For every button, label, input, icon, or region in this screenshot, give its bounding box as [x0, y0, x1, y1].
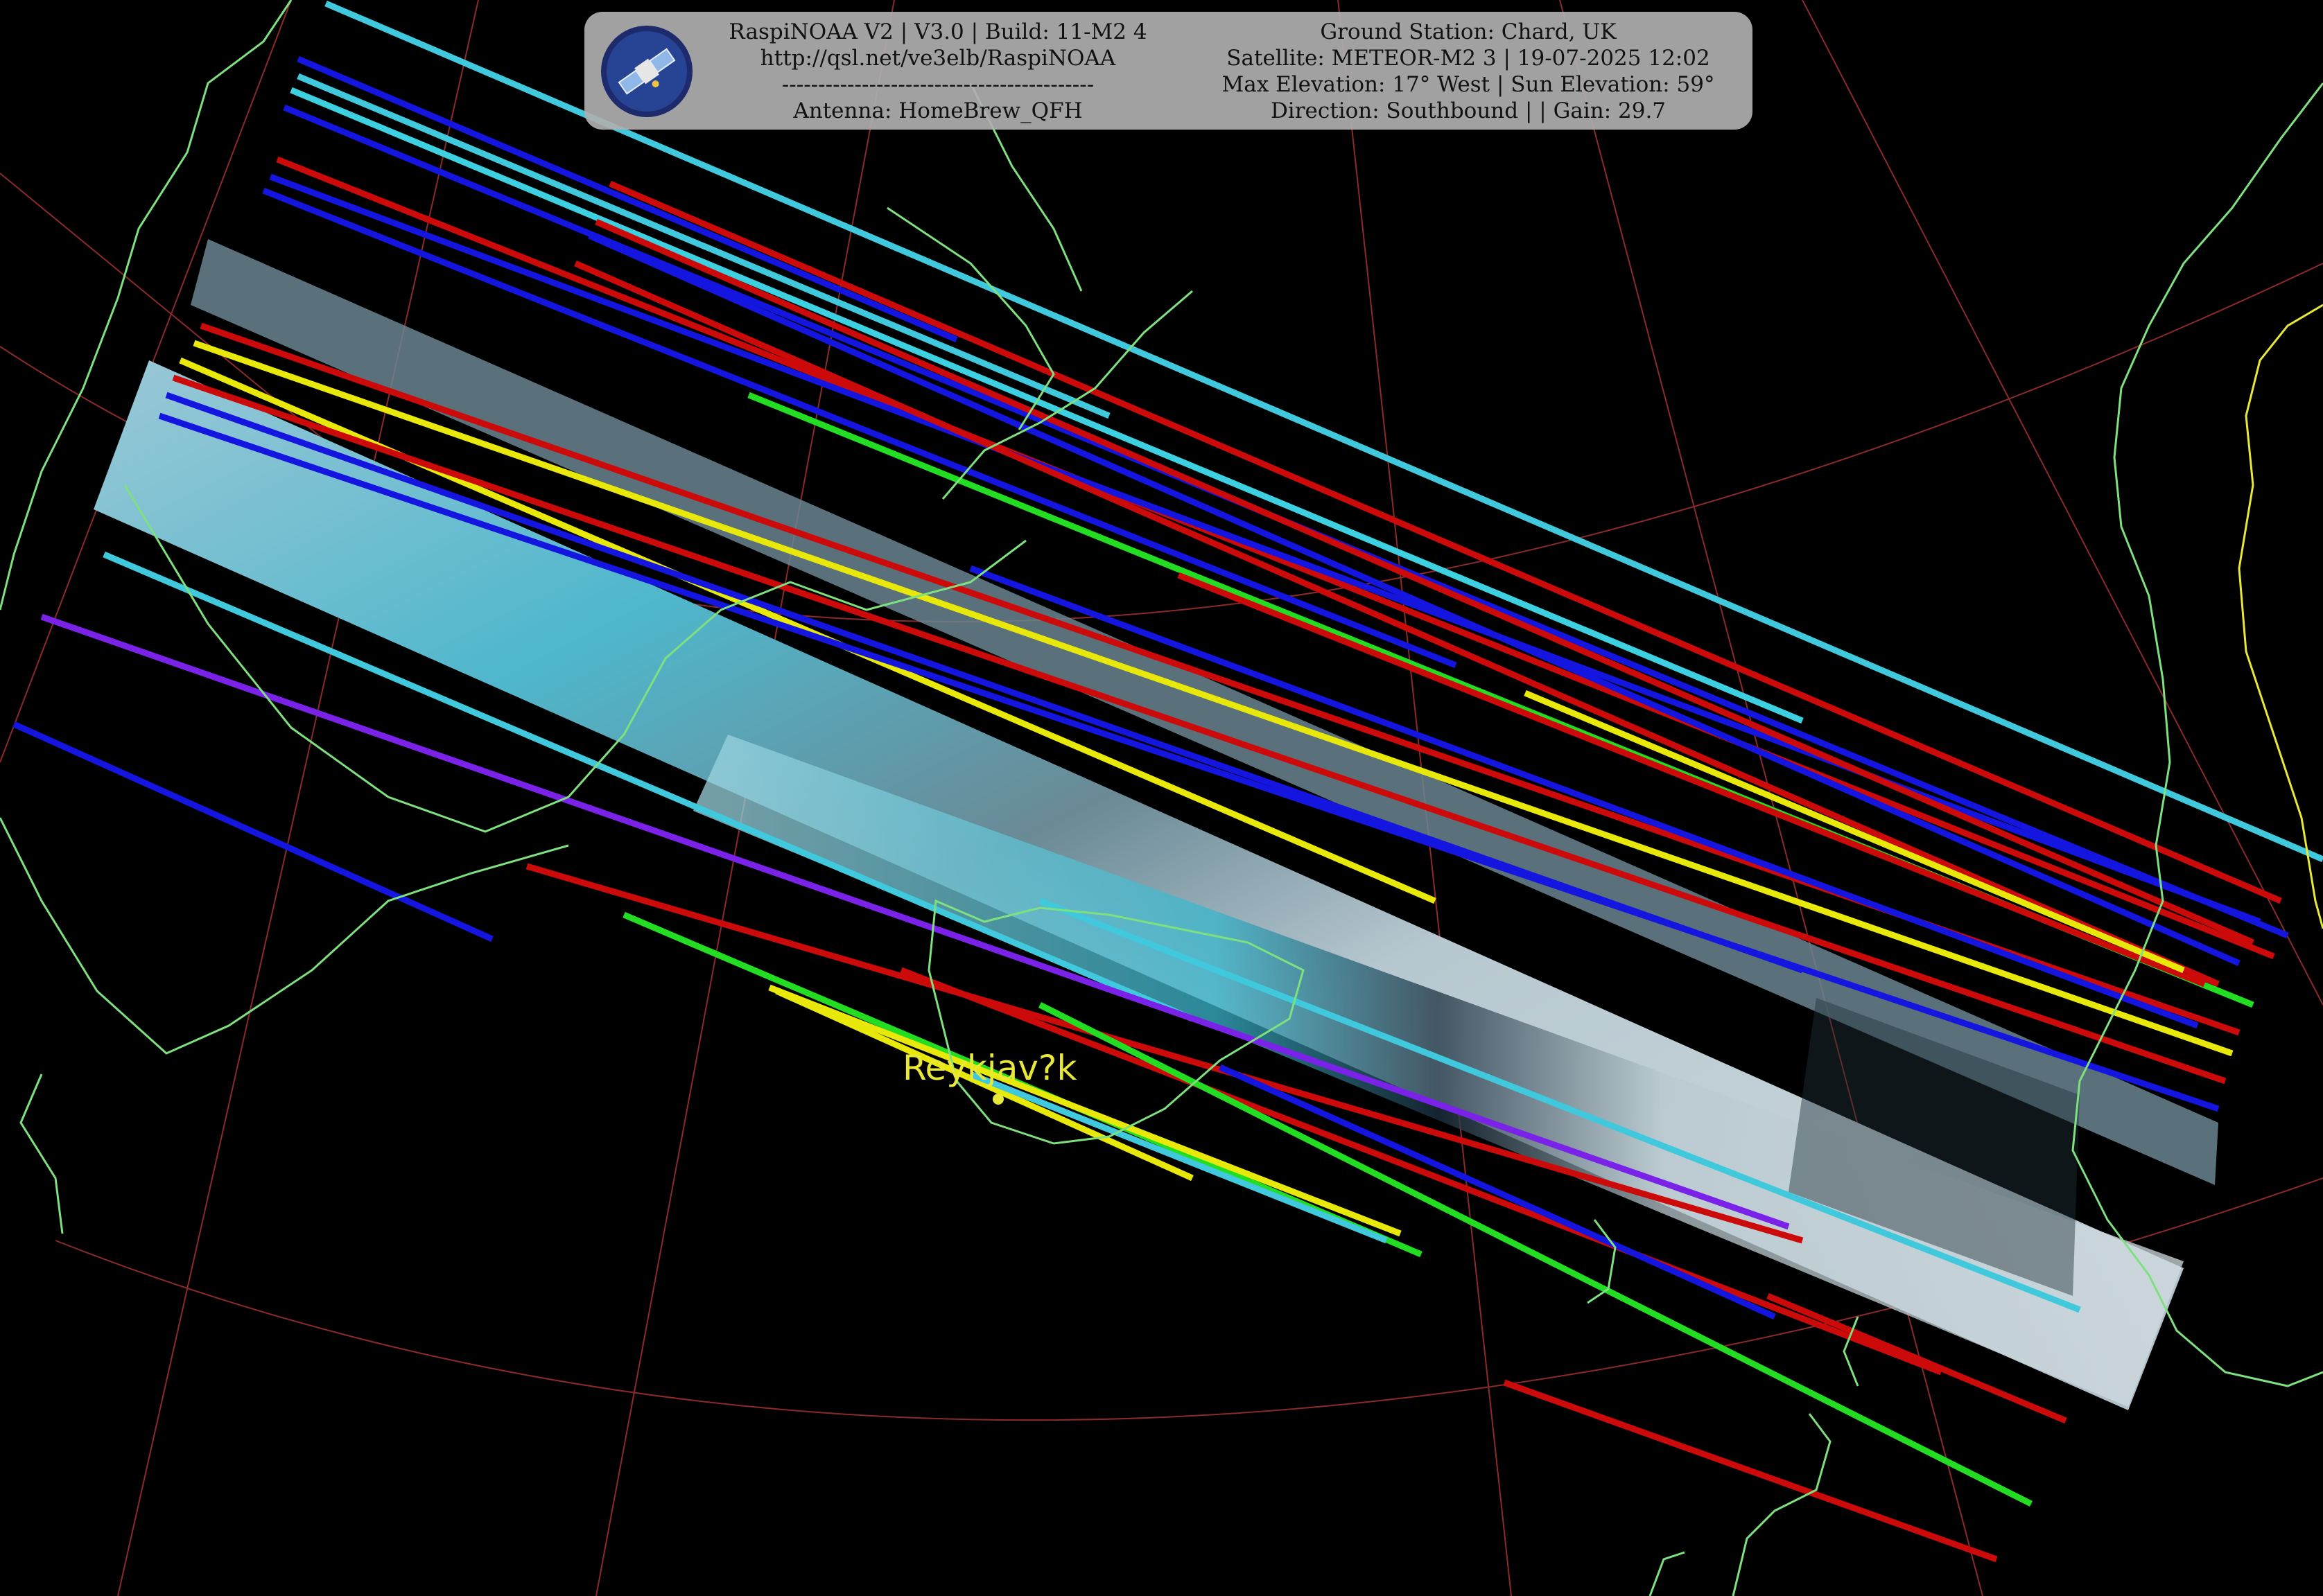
graticule-lines	[0, 0, 2323, 1596]
build-line: RaspiNOAA V2 | V3.0 | Build: 11-M2 4	[729, 19, 1147, 44]
city-marker	[993, 1094, 1004, 1105]
pass-info-right: Ground Station: Chard, UK Satellite: MET…	[1194, 19, 1742, 124]
coastlines	[0, 0, 2323, 1596]
station-info-left: RaspiNOAA V2 | V3.0 | Build: 11-M2 4 htt…	[716, 19, 1160, 124]
city-label: Reykjav?k	[903, 1048, 1077, 1088]
pass-info-panel: RaspiNOAA V2 | V3.0 | Build: 11-M2 4 htt…	[584, 12, 1752, 130]
country-border	[2238, 304, 2323, 929]
direction-line: Direction: Southbound | | Gain: 29.7	[1270, 98, 1667, 123]
ground-station-line: Ground Station: Chard, UK	[1320, 19, 1617, 44]
satellite-icon	[601, 26, 693, 117]
url-line: http://qsl.net/ve3elb/RaspiNOAA	[760, 46, 1116, 71]
elevation-line: Max Elevation: 17° West | Sun Elevation:…	[1221, 72, 1715, 97]
separator-line: ----------------------------------------…	[781, 72, 1095, 97]
satellite-line: Satellite: METEOR-M2 3 | 19-07-2025 12:0…	[1226, 46, 1710, 71]
satellite-image-map	[0, 0, 2323, 1596]
antenna-line: Antenna: HomeBrew_QFH	[793, 98, 1083, 123]
